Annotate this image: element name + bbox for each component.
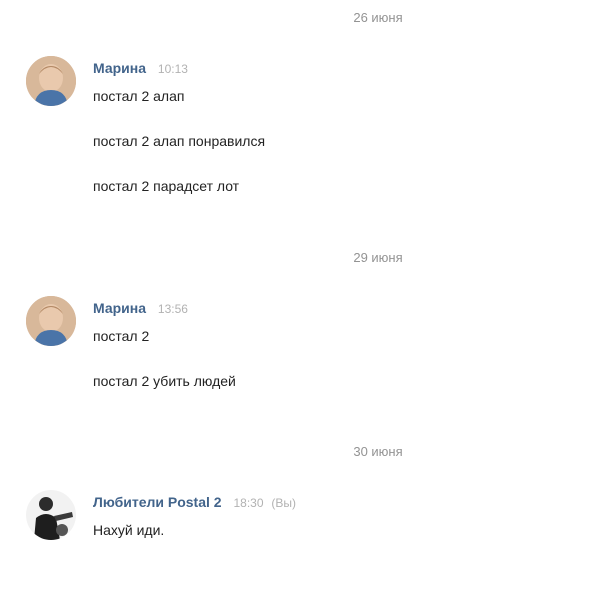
message-text: постал 2 алап понравился <box>93 133 266 149</box>
avatar-photo-icon <box>26 56 76 106</box>
author-line: Марина 10:13 <box>93 60 188 76</box>
message-time[interactable]: 18:30 <box>233 496 263 510</box>
message-text: постал 2 алап <box>93 88 185 104</box>
message-text: постал 2 парадсет лот <box>93 178 240 194</box>
avatar[interactable] <box>26 296 76 346</box>
message-time[interactable]: 13:56 <box>158 302 188 316</box>
message-time[interactable]: 10:13 <box>158 62 188 76</box>
avatar[interactable] <box>26 490 76 540</box>
date-separator: 30 июня <box>353 444 403 459</box>
message-text: постал 2 убить людей <box>93 373 236 389</box>
group-avatar-photo-icon <box>26 490 76 540</box>
author-line: Любители Postal 2 18:30 (Вы) <box>93 494 296 510</box>
message-text: Нахуй иди. <box>93 522 165 538</box>
message-text: постал 2 <box>93 328 150 344</box>
avatar-photo-icon <box>26 296 76 346</box>
date-separator: 26 июня <box>353 10 403 25</box>
date-separator: 29 июня <box>353 250 403 265</box>
author-name[interactable]: Марина <box>93 60 146 76</box>
avatar[interactable] <box>26 56 76 106</box>
chat-history: 26 июня Марина 10:13 постал 2 алап поста… <box>0 0 604 590</box>
author-line: Марина 13:56 <box>93 300 188 316</box>
author-name[interactable]: Марина <box>93 300 146 316</box>
you-label: (Вы) <box>271 496 297 510</box>
author-name[interactable]: Любители Postal 2 <box>93 494 222 510</box>
